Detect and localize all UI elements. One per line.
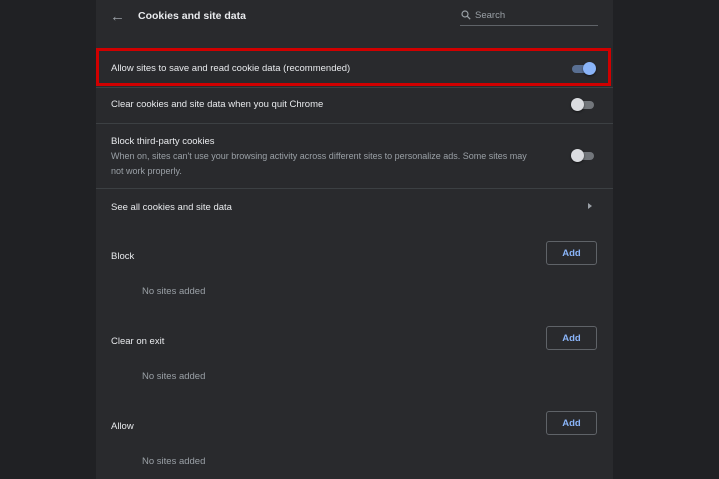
page-header: ← Cookies and site data <box>96 0 613 36</box>
allow-cookies-toggle[interactable] <box>572 62 596 76</box>
settings-panel: ← Cookies and site data Allow sites to s… <box>96 0 613 479</box>
search-icon <box>461 10 471 20</box>
allow-cookies-label: Allow sites to save and read cookie data… <box>111 63 351 74</box>
clear-on-exit-empty-text: No sites added <box>142 371 206 382</box>
search-input[interactable] <box>475 8 593 22</box>
block-add-button[interactable]: Add <box>546 241 597 265</box>
back-arrow-icon[interactable]: ← <box>110 8 126 26</box>
block-section-title: Block <box>111 251 135 262</box>
clear-on-exit-add-button[interactable]: Add <box>546 326 597 350</box>
toggle-knob <box>583 62 596 75</box>
allow-add-button[interactable]: Add <box>546 411 597 435</box>
allow-empty-text: No sites added <box>142 456 206 467</box>
toggle-knob <box>571 98 584 111</box>
block-third-party-description: When on, sites can't use your browsing a… <box>111 151 527 176</box>
clear-on-quit-label: Clear cookies and site data when you qui… <box>111 99 324 110</box>
block-third-party-toggle[interactable] <box>571 149 596 163</box>
clear-on-exit-section-title: Clear on exit <box>111 336 165 347</box>
clear-on-quit-row[interactable]: Clear cookies and site data when you qui… <box>96 88 613 123</box>
see-all-cookies-label: See all cookies and site data <box>111 202 232 213</box>
page-title: Cookies and site data <box>138 10 246 22</box>
block-third-party-label: Block third-party cookies <box>111 136 215 147</box>
block-third-party-row[interactable]: Block third-party cookies When on, sites… <box>96 124 613 188</box>
chevron-right-icon[interactable] <box>586 201 594 211</box>
toggle-knob <box>571 149 584 162</box>
search-box[interactable] <box>460 7 598 26</box>
see-all-cookies-row[interactable]: See all cookies and site data <box>96 189 613 225</box>
allow-section-title: Allow <box>111 421 134 432</box>
allow-cookies-row[interactable]: Allow sites to save and read cookie data… <box>96 50 613 86</box>
block-empty-text: No sites added <box>142 286 206 297</box>
clear-on-quit-toggle[interactable] <box>571 98 596 112</box>
